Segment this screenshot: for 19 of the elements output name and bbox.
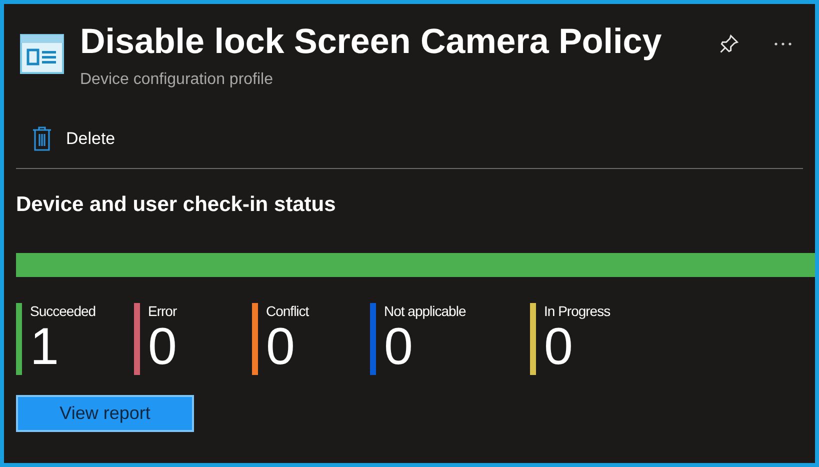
- more-icon: [774, 42, 792, 46]
- status-label: Not applicable: [384, 302, 466, 318]
- status-count: 0: [266, 318, 296, 374]
- status-count: 0: [544, 318, 573, 374]
- page-icon: [20, 34, 64, 74]
- status-count: 1: [30, 318, 60, 374]
- page-subtitle: Device configuration profile: [80, 70, 274, 90]
- trash-icon: [32, 126, 52, 152]
- status-label: Error: [148, 302, 177, 318]
- status-label: In Progress: [544, 302, 610, 318]
- status-count: 0: [384, 318, 413, 374]
- section-heading: Device and user check-in status: [16, 192, 337, 218]
- status-label: Conflict: [266, 302, 309, 318]
- page-title: Disable lock Screen Camera Policy: [80, 22, 662, 62]
- pin-icon: [718, 33, 740, 55]
- status-count: 0: [148, 318, 177, 374]
- view-report-button[interactable]: View report: [16, 394, 194, 432]
- delete-button[interactable]: Delete: [32, 126, 116, 152]
- status-label: Succeeded: [30, 302, 96, 318]
